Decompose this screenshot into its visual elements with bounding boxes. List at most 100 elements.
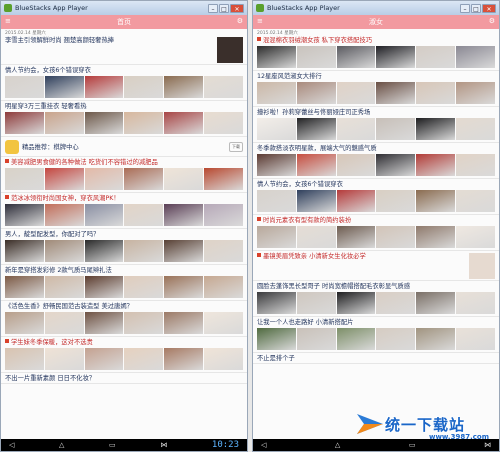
article-photo bbox=[204, 112, 243, 134]
article-title: 范冰冰领衔时尚国女神，穿衣风潮PK！ bbox=[5, 194, 243, 203]
article-item[interactable]: 不出一片重新素颜 日日不化妆？ bbox=[1, 373, 247, 384]
maximize-button[interactable]: □ bbox=[219, 3, 229, 13]
article-photo bbox=[84, 168, 124, 190]
article-item[interactable]: 混混棉衣羽绒潮女孩 私下穿衣搭配技巧 bbox=[253, 35, 499, 71]
article-item[interactable]: 范冰冰领衔时尚国女神，穿衣风潮PK！ bbox=[1, 193, 247, 229]
close-button[interactable]: ✕ bbox=[230, 3, 244, 13]
article-item[interactable]: 时尚元素衣有型有款的简约装扮 bbox=[253, 215, 499, 251]
article-photo bbox=[124, 204, 164, 226]
article-title: 不出一片重新素颜 日日不化妆？ bbox=[5, 374, 243, 383]
minimize-button[interactable]: – bbox=[460, 3, 470, 13]
photo-strip bbox=[257, 46, 495, 68]
article-item[interactable]: 不止是排个子 bbox=[253, 353, 499, 364]
article-title-text: 冬季款搭淡衣明星款，展端大气的魅惑气质 bbox=[257, 145, 377, 152]
article-photo bbox=[204, 76, 243, 98]
article-item[interactable]: 学生妹冬季保暖，这对不选贵 bbox=[1, 337, 247, 373]
recent-apps-icon[interactable]: ▭ bbox=[409, 441, 416, 449]
photo-strip bbox=[257, 154, 495, 176]
article-photo bbox=[164, 348, 204, 370]
article-item[interactable]: 《活色生香》舒畅民国范古装造型 美过唐嫣？ bbox=[1, 301, 247, 337]
photo-strip bbox=[5, 112, 243, 134]
article-item[interactable]: 明星穿3万三重挂衣 轻奢看热 bbox=[1, 101, 247, 137]
menu-icon[interactable]: ≡ bbox=[257, 17, 263, 25]
article-item[interactable]: 男人，靛型配发型，你配对了吗？ bbox=[1, 229, 247, 265]
article-title-text: 撞衫啦！孙莉穿蕾丝与佟丽娅庄司正秀场 bbox=[257, 109, 371, 116]
watermark-text: 统一下载站 bbox=[385, 415, 466, 434]
article-photo bbox=[84, 76, 124, 98]
article-photo bbox=[336, 46, 376, 68]
share-icon[interactable]: ⋈ bbox=[484, 441, 491, 449]
hot-flag-icon bbox=[5, 195, 9, 199]
article-item[interactable]: 李雪主引领解鲜时尚 翘楚高颜轻奢热捧 bbox=[1, 35, 247, 65]
article-photo bbox=[376, 292, 416, 314]
article-title: 不止是排个子 bbox=[257, 354, 495, 363]
maximize-button[interactable]: □ bbox=[471, 3, 481, 13]
article-item[interactable]: 撞衫啦！孙莉穿蕾丝与佟丽娅庄司正秀场 bbox=[253, 107, 499, 143]
article-photo bbox=[416, 46, 456, 68]
article-feed[interactable]: 2015.02.14 星期六 李雪主引领解鲜时尚 翘楚高颜轻奢热捧 情人节约会，女孩… bbox=[1, 29, 247, 439]
article-photo bbox=[164, 204, 204, 226]
app-recommendation[interactable]: 精品推荐：棋牌中心 下载 bbox=[1, 137, 247, 157]
article-photo bbox=[84, 204, 124, 226]
photo-strip bbox=[257, 292, 495, 314]
watermark-logo-icon bbox=[357, 414, 383, 434]
bluestacks-app-icon bbox=[256, 4, 264, 12]
article-item[interactable]: 圆脸去蓬饰黑长型哥子 时尚宽檐帽搭配毛衣彰显气质感 bbox=[253, 281, 499, 317]
app-icon bbox=[5, 139, 19, 154]
article-title-text: 新年是穿搭发彩修 2款气质马尾辫扎法 bbox=[5, 267, 112, 274]
article-photo bbox=[84, 112, 124, 134]
article-title-text: 不止是排个子 bbox=[257, 355, 295, 362]
article-item[interactable]: 情人节约会，女孩6个错误穿衣 bbox=[1, 65, 247, 101]
menu-icon[interactable]: ≡ bbox=[5, 17, 11, 25]
back-icon[interactable]: ◁ bbox=[261, 441, 266, 449]
article-photo bbox=[416, 226, 456, 248]
article-feed[interactable]: 2015.02.14 星期六 混混棉衣羽绒潮女孩 私下穿衣搭配技巧 12星座风范淑女… bbox=[253, 29, 499, 439]
settings-icon[interactable]: ⚙ bbox=[237, 17, 243, 25]
article-photo bbox=[456, 82, 495, 104]
article-photo bbox=[376, 118, 416, 140]
home-icon[interactable]: △ bbox=[59, 441, 64, 449]
article-title: 圆脸去蓬饰黑长型哥子 时尚宽檐帽搭配毛衣彰显气质感 bbox=[257, 282, 495, 291]
article-photo bbox=[164, 168, 204, 190]
share-icon[interactable]: ⋈ bbox=[160, 441, 167, 449]
recent-apps-icon[interactable]: ▭ bbox=[109, 441, 116, 449]
photo-strip bbox=[257, 82, 495, 104]
hot-flag-icon bbox=[257, 37, 261, 41]
app-title: 精品推荐：棋牌中心 bbox=[22, 144, 79, 151]
article-item[interactable]: 冬季款搭淡衣明星款，展端大气的魅惑气质 bbox=[253, 143, 499, 179]
article-item[interactable]: 12星座风范淑女大排行 bbox=[253, 71, 499, 107]
photo-strip bbox=[5, 240, 243, 262]
article-photo bbox=[456, 46, 495, 68]
close-button[interactable]: ✕ bbox=[482, 3, 496, 13]
article-photo bbox=[5, 348, 44, 370]
article-title: 情人节约会，女孩6个错误穿衣 bbox=[257, 180, 495, 189]
article-item[interactable]: 让我一个人也走路好 小清新搭配片 bbox=[253, 317, 499, 353]
article-photo bbox=[416, 190, 456, 212]
article-photo bbox=[456, 292, 495, 314]
article-item[interactable]: 新年是穿搭发彩修 2款气质马尾辫扎法 bbox=[1, 265, 247, 301]
article-item[interactable]: 情人节约会，女孩6个错误穿衣 bbox=[253, 179, 499, 215]
photo-strip bbox=[257, 118, 495, 140]
download-button[interactable]: 下载 bbox=[229, 141, 243, 152]
article-photo bbox=[296, 190, 336, 212]
article-item[interactable]: 墨镜美眉凭致亲 小清新女生化妆必学 bbox=[253, 251, 499, 281]
window-title: BlueStacks App Player bbox=[15, 4, 88, 12]
article-photo bbox=[124, 112, 164, 134]
photo-strip bbox=[5, 76, 243, 98]
settings-icon[interactable]: ⚙ bbox=[489, 17, 495, 25]
article-photo bbox=[44, 240, 84, 262]
article-photo bbox=[204, 204, 243, 226]
article-photo bbox=[416, 118, 456, 140]
home-icon[interactable]: △ bbox=[335, 441, 340, 449]
article-item[interactable]: 美容减肥男食健的各种做法 吃货们不容错过的减肥品 bbox=[1, 157, 247, 193]
back-icon[interactable]: ◁ bbox=[9, 441, 14, 449]
photo-strip bbox=[257, 226, 495, 248]
article-title: 美容减肥男食健的各种做法 吃货们不容错过的减肥品 bbox=[5, 158, 243, 167]
article-photo bbox=[257, 118, 296, 140]
photo-strip bbox=[5, 276, 243, 298]
minimize-button[interactable]: – bbox=[208, 3, 218, 13]
article-photo bbox=[456, 190, 495, 212]
article-title-text: 让我一个人也走路好 小清新搭配片 bbox=[257, 319, 354, 326]
article-title: 墨镜美眉凭致亲 小清新女生化妆必学 bbox=[257, 252, 495, 261]
article-photo bbox=[296, 154, 336, 176]
